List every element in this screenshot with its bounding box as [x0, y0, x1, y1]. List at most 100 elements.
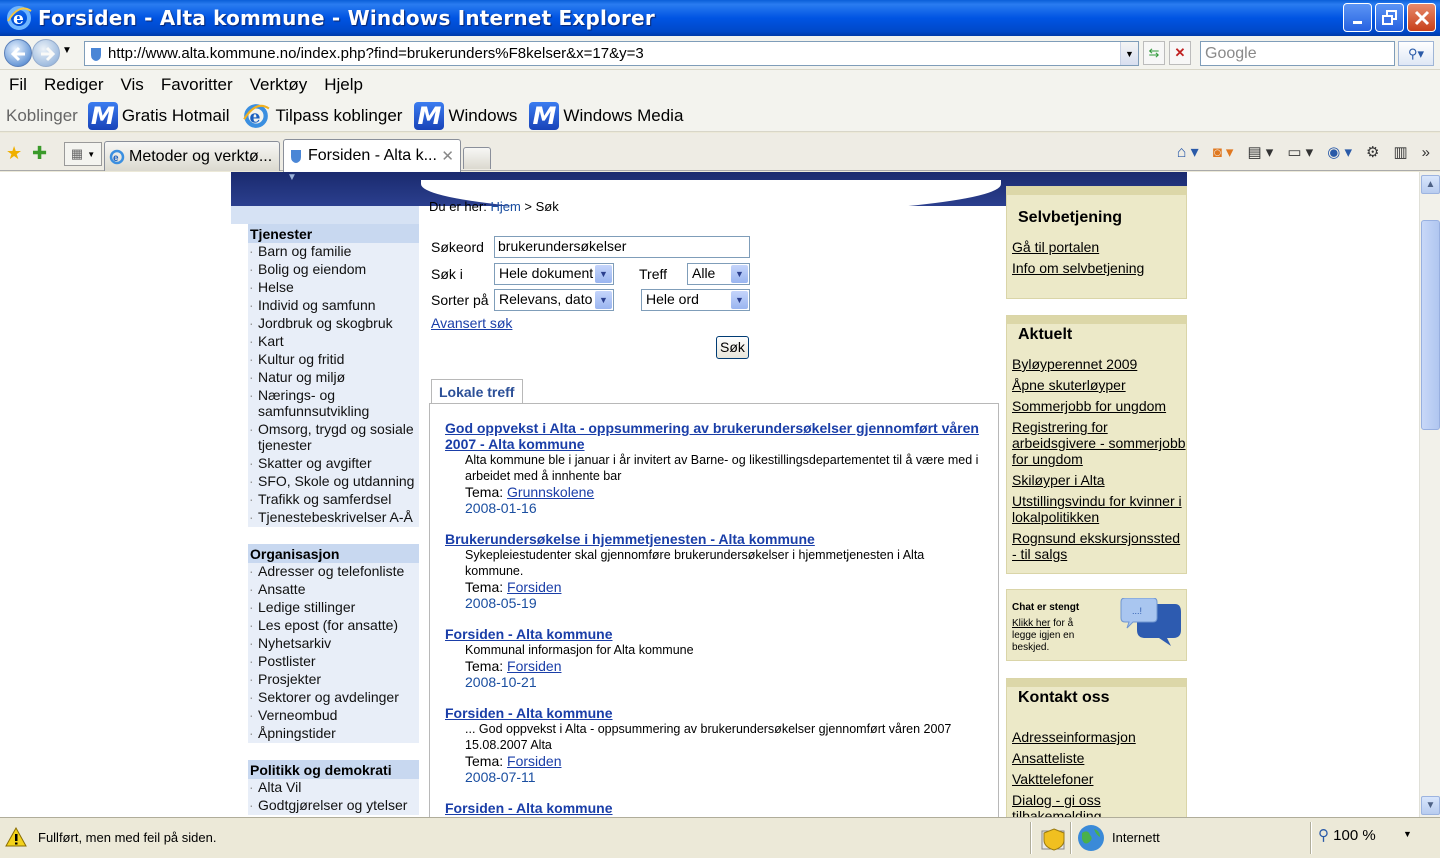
- result-topic-link[interactable]: Grunnskolene: [507, 484, 594, 500]
- link-customize[interactable]: e Tilpass koblinger: [242, 102, 402, 130]
- sort-select[interactable]: Relevans, dato ▼: [494, 289, 614, 311]
- tools-icon[interactable]: ⚙: [1366, 143, 1379, 161]
- maximize-button[interactable]: [1375, 3, 1404, 32]
- nav-link[interactable]: Sektorer og avdelinger: [248, 689, 419, 707]
- nav-link[interactable]: Nyhetsarkiv: [248, 635, 419, 653]
- nav-link[interactable]: Kultur og fritid: [248, 351, 419, 369]
- menu-edit[interactable]: Rediger: [44, 75, 104, 95]
- nav-link[interactable]: Helse: [248, 279, 419, 297]
- result-topic-link[interactable]: Forsiden: [507, 753, 561, 769]
- selfservice-link[interactable]: Info om selvbetjening: [1007, 260, 1186, 276]
- nav-link[interactable]: Skatter og avgifter: [248, 455, 419, 473]
- minimize-button[interactable]: [1343, 3, 1372, 32]
- search-button[interactable]: ⚲▾: [1398, 41, 1434, 66]
- news-link[interactable]: Byløyperennet 2009: [1007, 356, 1186, 372]
- nav-link[interactable]: Nærings- og samfunnsutvikling: [248, 387, 419, 421]
- contact-link[interactable]: Vakttelefoner: [1007, 771, 1186, 787]
- link-hotmail[interactable]: M Gratis Hotmail: [87, 101, 230, 130]
- nav-link[interactable]: Individ og samfunn: [248, 297, 419, 315]
- nav-link[interactable]: Natur og miljø: [248, 369, 419, 387]
- news-link[interactable]: Registrering for arbeidsgivere - sommerj…: [1007, 419, 1186, 467]
- vertical-scrollbar[interactable]: ▲ ▼: [1419, 172, 1440, 817]
- keyword-input[interactable]: brukerundersøkelser: [494, 236, 750, 258]
- hits-select[interactable]: Alle ▼: [687, 263, 750, 285]
- result-title-link[interactable]: Forsiden - Alta kommune: [445, 626, 985, 642]
- close-button[interactable]: [1407, 3, 1436, 32]
- search-submit-button[interactable]: Søk: [716, 336, 749, 359]
- nav-link[interactable]: Barn og familie: [248, 243, 419, 261]
- nav-link[interactable]: Tjenestebeskrivelser A-Å: [248, 509, 419, 527]
- news-link[interactable]: Skiløyper i Alta: [1007, 472, 1186, 488]
- selfservice-link[interactable]: Gå til portalen: [1007, 239, 1186, 255]
- nav-link[interactable]: Bolig og eiendom: [248, 261, 419, 279]
- breadcrumb-home-link[interactable]: Hjem: [490, 199, 520, 214]
- nav-link[interactable]: Les epost (for ansatte): [248, 617, 419, 635]
- news-link[interactable]: Åpne skuterløyper: [1007, 377, 1186, 393]
- zoom-dropdown-icon[interactable]: ▼: [1403, 829, 1412, 839]
- nav-link[interactable]: Prosjekter: [248, 671, 419, 689]
- scroll-thumb[interactable]: [1421, 220, 1440, 430]
- nav-link[interactable]: Omsorg, trygd og sosiale tjenester: [248, 421, 419, 455]
- forward-button[interactable]: [32, 39, 60, 67]
- new-tab-button[interactable]: [463, 147, 491, 169]
- tab-forsiden[interactable]: Forsiden - Alta k... ✕: [283, 139, 461, 172]
- nav-link[interactable]: Jordbruk og skogbruk: [248, 315, 419, 333]
- scroll-down-icon[interactable]: ▼: [1421, 796, 1440, 815]
- nav-link[interactable]: Ansatte: [248, 581, 419, 599]
- refresh-button[interactable]: ⇆: [1143, 41, 1165, 65]
- result-title-link[interactable]: God oppvekst i Alta - oppsummering av br…: [445, 420, 985, 452]
- result-title-link[interactable]: Forsiden - Alta kommune: [445, 705, 985, 721]
- search-input[interactable]: Google: [1200, 41, 1395, 66]
- nav-link[interactable]: Postlister: [248, 653, 419, 671]
- home-icon[interactable]: ⌂ ▾: [1177, 142, 1199, 162]
- history-dropdown-icon[interactable]: ▼: [62, 45, 72, 56]
- nav-link[interactable]: Trafikk og samferdsel: [248, 491, 419, 509]
- search-in-select[interactable]: Hele dokument ▼: [494, 263, 614, 285]
- nav-link[interactable]: Kart: [248, 333, 419, 351]
- menu-view[interactable]: Vis: [121, 75, 144, 95]
- link-windows[interactable]: M Windows: [414, 101, 517, 130]
- back-button[interactable]: [4, 39, 32, 67]
- result-topic-link[interactable]: Forsiden: [507, 658, 561, 674]
- menu-file[interactable]: Fil: [9, 75, 27, 95]
- chat-bubble-icon[interactable]: ...!: [1119, 598, 1183, 648]
- scroll-up-icon[interactable]: ▲: [1421, 175, 1440, 194]
- news-link[interactable]: Sommerjobb for ungdom: [1007, 398, 1186, 414]
- nav-link[interactable]: Alta Vil: [248, 779, 419, 797]
- contact-link[interactable]: Dialog - gi oss tilbakemelding: [1007, 792, 1186, 817]
- address-dropdown-icon[interactable]: ▼: [1120, 42, 1138, 65]
- nav-link[interactable]: Åpningstider: [248, 725, 419, 743]
- nav-link[interactable]: Adresser og telefonliste: [248, 563, 419, 581]
- chevron-icon[interactable]: »: [1422, 144, 1430, 161]
- result-title-link[interactable]: Forsiden - Alta kommune: [445, 800, 985, 816]
- contact-link[interactable]: Ansatteliste: [1007, 750, 1186, 766]
- nav-link[interactable]: Godtgjørelser og ytelser: [248, 797, 419, 815]
- add-favorite-icon[interactable]: ✚: [32, 143, 47, 164]
- news-link[interactable]: Rognsund ekskursjonssted - til salgs: [1007, 530, 1186, 562]
- words-select[interactable]: Hele ord ▼: [641, 289, 750, 311]
- result-topic-link[interactable]: Forsiden: [507, 579, 561, 595]
- menu-tools[interactable]: Verktøy: [250, 75, 308, 95]
- favorites-star-icon[interactable]: ★: [6, 143, 22, 164]
- menu-favorites[interactable]: Favoritter: [161, 75, 233, 95]
- page-icon[interactable]: ▭ ▾: [1287, 143, 1313, 161]
- zoom-control[interactable]: ⚲ 100 %: [1318, 826, 1376, 844]
- tab-metoder[interactable]: e Metoder og verktø...: [104, 141, 280, 171]
- local-hits-tab[interactable]: Lokale treff: [431, 379, 523, 404]
- tab-close-icon[interactable]: ✕: [441, 147, 454, 165]
- advanced-search-link[interactable]: Avansert søk: [431, 315, 512, 331]
- address-field[interactable]: http://www.alta.kommune.no/index.php?fin…: [84, 41, 1139, 66]
- feeds-icon[interactable]: ◙ ▾: [1213, 143, 1234, 161]
- research-icon[interactable]: ▥: [1393, 143, 1407, 161]
- print-icon[interactable]: ▤ ▾: [1247, 143, 1273, 161]
- help-icon[interactable]: ◉ ▾: [1327, 143, 1352, 161]
- menu-help[interactable]: Hjelp: [324, 75, 363, 95]
- nav-link[interactable]: Ledige stillinger: [248, 599, 419, 617]
- nav-link[interactable]: SFO, Skole og utdanning: [248, 473, 419, 491]
- link-windows-media[interactable]: M Windows Media: [529, 101, 683, 130]
- nav-link[interactable]: Verneombud: [248, 707, 419, 725]
- contact-link[interactable]: Adresseinformasjon: [1007, 729, 1186, 745]
- chat-link[interactable]: Klikk her: [1012, 618, 1050, 629]
- warning-icon[interactable]: [5, 827, 27, 847]
- result-title-link[interactable]: Brukerundersøkelse i hjemmetjenesten - A…: [445, 531, 985, 547]
